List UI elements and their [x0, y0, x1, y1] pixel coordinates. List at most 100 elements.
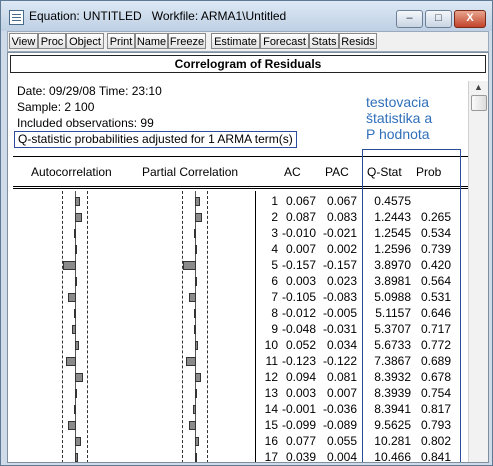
q-stat-cell: 5.6733 [374, 338, 411, 352]
forecast-button[interactable]: Forecast [260, 33, 309, 49]
ac-bar [75, 453, 78, 462]
note-line: testovacia [366, 94, 430, 110]
q-stat-cell: 7.3867 [374, 354, 411, 368]
ac-cell: 0.039 [285, 450, 316, 463]
date-line: Date: 09/29/08 Time: 23:10 [17, 84, 162, 98]
pac-cell: 0.055 [326, 434, 357, 448]
report-header: Correlogram of Residuals [10, 55, 486, 73]
ac-bar [74, 229, 76, 238]
print-button[interactable]: Print [107, 33, 135, 49]
ac-bar [74, 309, 76, 318]
pac-cell: 0.023 [326, 274, 357, 288]
q-stat-cell: 5.0988 [374, 290, 411, 304]
prob-cell: 0.420 [420, 258, 451, 272]
ac-bar [66, 357, 76, 366]
estimate-button[interactable]: Estimate [211, 33, 260, 49]
ac-cell: 0.067 [285, 194, 316, 208]
pac-bar [194, 325, 196, 334]
proc-button[interactable]: Proc [38, 33, 66, 49]
pac-bar [195, 197, 200, 206]
q-stat-cell: 8.3939 [374, 386, 411, 400]
q-stat-cell: 10.281 [374, 434, 411, 448]
pac-cell: 0.002 [326, 242, 357, 256]
pac-lower-bound [182, 191, 184, 462]
pac-bar [183, 261, 196, 270]
pac-bar [195, 437, 199, 446]
prob-cell: 0.802 [420, 434, 451, 448]
ac-bar [75, 341, 79, 350]
pac-cell: 0.007 [326, 386, 357, 400]
pac-header: PAC [325, 165, 349, 179]
scroll-thumb[interactable] [471, 95, 487, 111]
note-line: štatistika a [366, 110, 433, 126]
prob-cell: 0.678 [420, 370, 451, 384]
pac-cell: -0.122 [322, 354, 357, 368]
name-button[interactable]: Name [135, 33, 168, 49]
ac-bar [75, 213, 82, 222]
freeze-button[interactable]: Freeze [168, 33, 206, 49]
pac-bar [195, 453, 197, 462]
column-separator [255, 191, 256, 462]
ac-bar [75, 437, 81, 446]
pac-cell: 0.081 [326, 370, 357, 384]
q-stat-cell: 3.8970 [374, 258, 411, 272]
pac-cell: 0.067 [326, 194, 357, 208]
ac-bar [68, 421, 76, 430]
vertical-scrollbar[interactable]: ▲ [468, 81, 488, 462]
q-stat-cell: 10.466 [374, 450, 411, 463]
pac-bar [189, 421, 196, 430]
autocorrelation-header: Autocorrelation [31, 165, 112, 179]
pac-cell: -0.157 [322, 258, 357, 272]
pac-bar [186, 357, 196, 366]
minimize-button[interactable]: – [396, 10, 423, 28]
q-stat-cell: 9.5625 [374, 418, 411, 432]
view-button[interactable]: View [9, 33, 38, 49]
pac-bar [189, 293, 196, 302]
prob-cell: 0.646 [420, 306, 451, 320]
annotation-note: testovacia štatistika a P hodnota [366, 94, 432, 142]
pac-bar [195, 277, 197, 286]
pac-bar [195, 389, 197, 398]
resids-button[interactable]: Resids [339, 33, 377, 49]
q-stat-cell: 1.2596 [374, 242, 411, 256]
ac-bar [74, 405, 76, 414]
ac-cell: -0.157 [281, 258, 316, 272]
close-button[interactable]: X [454, 10, 486, 28]
ac-cell: -0.123 [281, 354, 316, 368]
pac-bar [195, 245, 197, 254]
ac-bar [75, 277, 77, 286]
pac-bar [194, 309, 196, 318]
pac-upper-bound [207, 191, 209, 462]
prob-cell: 0.772 [420, 338, 451, 352]
title-bar[interactable]: Equation: UNTITLED Workfile: ARMA1\Untit… [1, 1, 492, 31]
prob-cell: 0.817 [420, 402, 451, 416]
prob-cell: 0.717 [420, 322, 451, 336]
prob-cell: 0.534 [420, 226, 451, 240]
q-stat-cell: 1.2545 [374, 226, 411, 240]
correlogram-view: Correlogram of Residuals Date: 09/29/08 … [7, 52, 489, 463]
q-stat-cell: 1.2443 [374, 210, 411, 224]
pac-bar [195, 213, 202, 222]
ac-upper-bound [87, 191, 89, 462]
pac-bar [193, 405, 196, 414]
ac-cell: -0.010 [281, 226, 316, 240]
stats-button[interactable]: Stats [309, 33, 339, 49]
pac-cell: 0.034 [326, 338, 357, 352]
ac-bar [68, 293, 76, 302]
ac-bar [75, 389, 77, 398]
pac-cell: -0.031 [322, 322, 357, 336]
prob-cell: 0.739 [420, 242, 451, 256]
ac-bar [63, 261, 76, 270]
ac-cell: -0.012 [281, 306, 316, 320]
scroll-up-arrow[interactable]: ▲ [471, 80, 486, 95]
object-button[interactable]: Object [66, 33, 104, 49]
observations-line: Included observations: 99 [17, 116, 154, 130]
prob-cell: 0.754 [420, 386, 451, 400]
ac-cell: 0.007 [285, 242, 316, 256]
q-adjust-line: Q-statistic probabilities adjusted for 1… [14, 131, 297, 148]
pac-cell: 0.083 [326, 210, 357, 224]
pac-bar [194, 229, 196, 238]
maximize-button[interactable]: □ [425, 10, 452, 28]
pac-bar [195, 373, 201, 382]
note-line: P hodnota [366, 126, 430, 142]
